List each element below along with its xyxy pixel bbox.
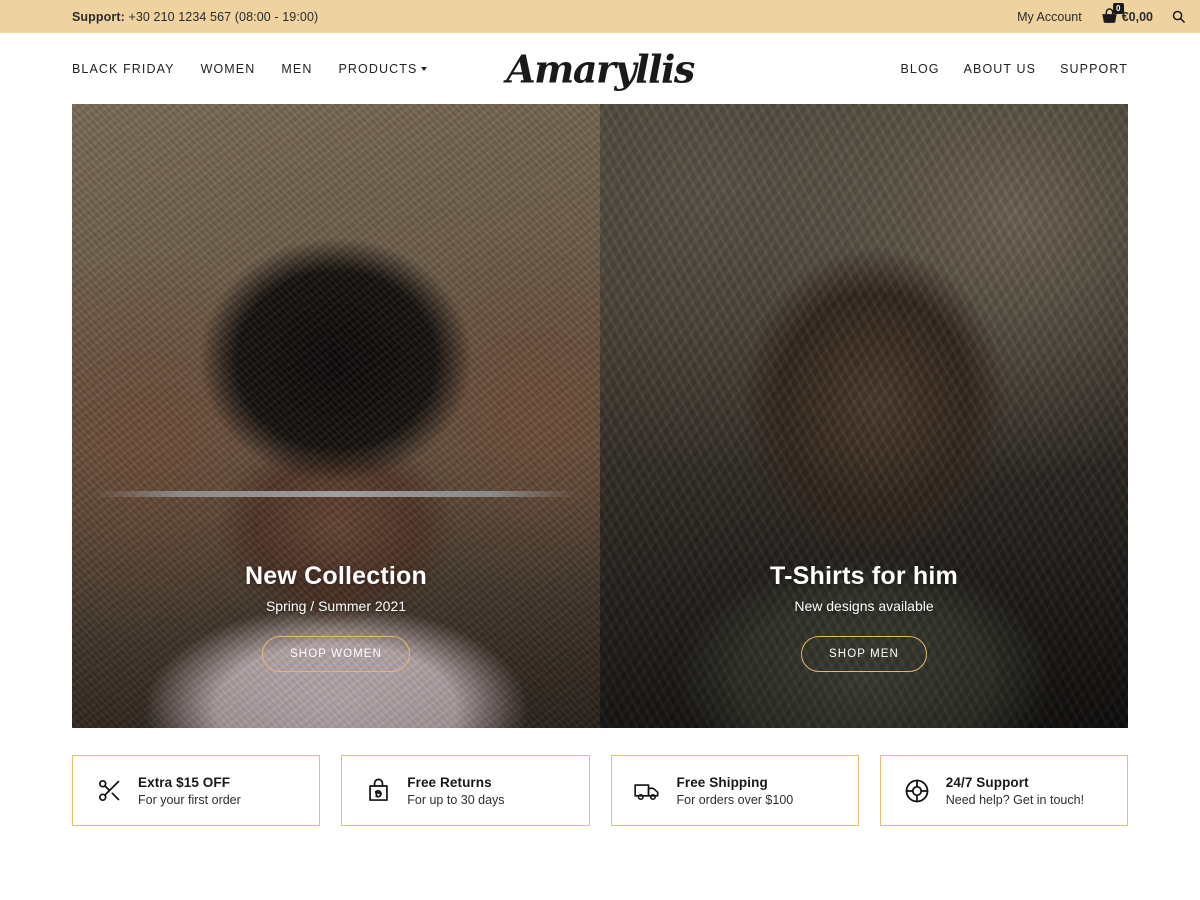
nav-item-black-friday[interactable]: BLACK FRIDAY <box>72 62 175 76</box>
nav-label: PRODUCTS <box>338 61 418 76</box>
chevron-down-icon <box>421 67 428 71</box>
support-label: Support: <box>72 9 125 24</box>
feature-card-shipping[interactable]: Free Shipping For orders over $100 <box>610 755 859 826</box>
hero-subtitle-men: New designs available <box>794 598 934 614</box>
nav-item-about-us[interactable]: ABOUT US <box>964 62 1036 76</box>
hero-title-women: New Collection <box>245 562 427 590</box>
truck-icon <box>633 776 663 806</box>
feature-subtitle: For your first order <box>138 792 241 807</box>
nav-label: WOMEN <box>200 61 256 76</box>
nav-label: MEN <box>281 61 313 76</box>
nav-label: BLACK FRIDAY <box>72 61 175 76</box>
cart-count-badge: 0 <box>1112 3 1124 14</box>
return-bag-icon <box>363 776 393 806</box>
feature-subtitle: For orders over $100 <box>676 792 794 807</box>
feature-subtitle: Need help? Get in touch! <box>945 792 1085 807</box>
feature-title: Free Returns <box>407 774 492 790</box>
hero-title-men: T-Shirts for him <box>770 562 958 590</box>
nav-label: ABOUT US <box>963 61 1037 76</box>
feature-card-support[interactable]: 24/7 Support Need help? Get in touch! <box>879 755 1128 826</box>
shopping-basket-icon: 0 <box>1100 3 1124 26</box>
my-account-link[interactable]: My Account <box>1017 10 1082 24</box>
search-icon[interactable] <box>1171 9 1186 24</box>
hero-content-women: New Collection Spring / Summer 2021 SHOP… <box>72 562 600 672</box>
hero-content-men: T-Shirts for him New designs available S… <box>600 562 1128 672</box>
feature-title: Extra $15 OFF <box>138 774 231 790</box>
nav-item-products[interactable]: PRODUCTS <box>338 61 428 76</box>
cart-button[interactable]: 0 €0,00 <box>1100 3 1153 26</box>
hero-subtitle-women: Spring / Summer 2021 <box>265 598 407 614</box>
nav-item-women[interactable]: WOMEN <box>201 62 256 76</box>
nav-item-blog[interactable]: BLOG <box>900 62 939 76</box>
feature-text-support: 24/7 Support Need help? Get in touch! <box>946 775 1084 807</box>
nav-label: BLOG <box>900 61 940 76</box>
hero-panel-women[interactable]: New Collection Spring / Summer 2021 SHOP… <box>72 104 600 728</box>
feature-title: 24/7 Support <box>945 774 1029 790</box>
hero-panel-men[interactable]: T-Shirts for him New designs available S… <box>600 104 1128 728</box>
feature-card-returns[interactable]: Free Returns For up to 30 days <box>341 755 590 826</box>
top-bar-right: My Account 0 €0,00 <box>1017 3 1186 26</box>
hero-banner-row: New Collection Spring / Summer 2021 SHOP… <box>72 104 1128 728</box>
support-info: Support: +30 210 1234 567 (08:00 - 19:00… <box>72 10 318 24</box>
nav-label: SUPPORT <box>1060 61 1128 76</box>
feature-card-discount[interactable]: Extra $15 OFF For your first order <box>72 755 321 826</box>
feature-cards-row: Extra $15 OFF For your first order Free … <box>72 755 1128 826</box>
feature-text-shipping: Free Shipping For orders over $100 <box>677 775 794 807</box>
feature-title: Free Shipping <box>676 774 768 790</box>
nav-item-men[interactable]: MEN <box>281 62 312 76</box>
support-phone: +30 210 1234 567 (08:00 - 19:00) <box>124 9 319 24</box>
cart-total: €0,00 <box>1121 9 1153 24</box>
scissors-icon <box>94 776 124 806</box>
site-logo[interactable]: Amaryllis <box>506 46 695 91</box>
lifebuoy-icon <box>902 776 932 806</box>
primary-nav-left: BLACK FRIDAY WOMEN MEN PRODUCTS <box>72 61 428 76</box>
top-bar: Support: +30 210 1234 567 (08:00 - 19:00… <box>0 0 1200 33</box>
nav-item-support[interactable]: SUPPORT <box>1060 62 1128 76</box>
shop-women-button[interactable]: SHOP WOMEN <box>262 636 410 672</box>
feature-subtitle: For up to 30 days <box>407 792 505 807</box>
feature-text-discount: Extra $15 OFF For your first order <box>138 775 241 807</box>
site-header: BLACK FRIDAY WOMEN MEN PRODUCTS Amarylli… <box>0 33 1200 104</box>
primary-nav-right: BLOG ABOUT US SUPPORT <box>900 62 1128 76</box>
feature-text-returns: Free Returns For up to 30 days <box>407 775 504 807</box>
shop-men-button[interactable]: SHOP MEN <box>801 636 927 672</box>
